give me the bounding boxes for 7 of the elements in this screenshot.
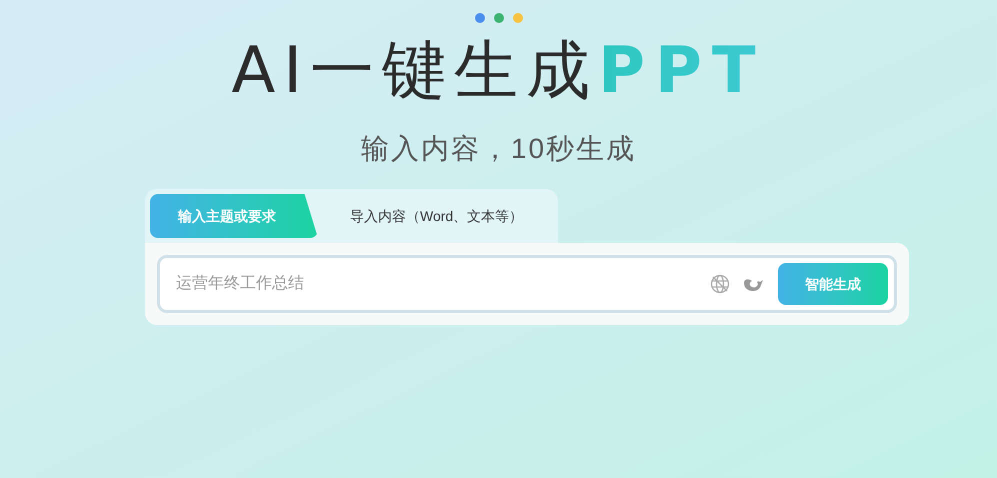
subtitle: 输入内容，10秒生成	[360, 132, 636, 166]
tab[interactable]: 导入内容（Word、文本等）	[322, 194, 552, 238]
page-title: AI一键生成	[231, 33, 598, 110]
globe-icon[interactable]	[710, 274, 730, 294]
prompt-field[interactable]: 运营年终工作总结 智能生成	[157, 255, 897, 313]
generate-button[interactable]: 智能生成	[778, 263, 888, 305]
tab[interactable]: 输入主题或要求	[150, 194, 318, 238]
